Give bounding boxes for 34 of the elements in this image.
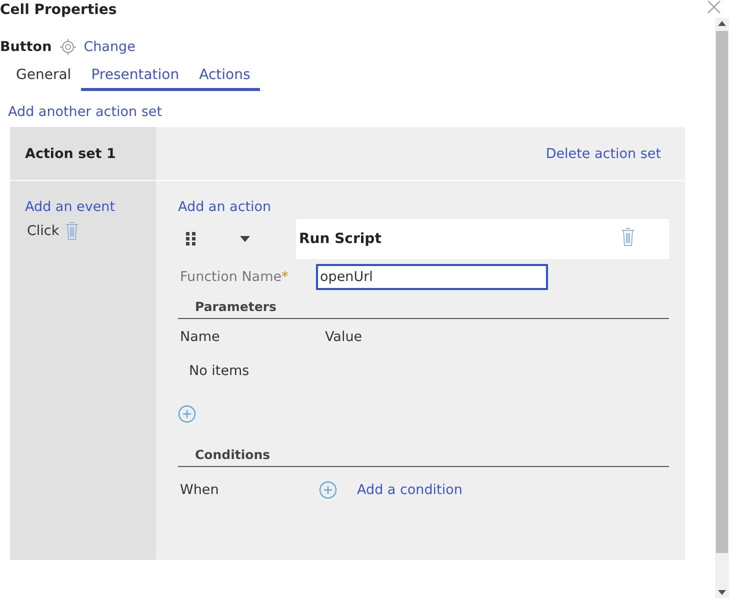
control-type: Button (0, 39, 52, 55)
add-action-set-link[interactable]: Add another action set (8, 101, 162, 123)
tab[interactable]: Presentation (81, 61, 190, 91)
column-header: Value (325, 329, 362, 347)
section-heading: Conditions (195, 447, 270, 462)
dialog-title: Cell Properties (0, 1, 118, 20)
scroll-down-icon[interactable] (718, 590, 726, 595)
action-set-title: Action set 1 (25, 146, 116, 162)
field-label: Function Name* (180, 269, 290, 285)
function-name-field[interactable]: openUrl (316, 264, 548, 290)
section-heading: Parameters (195, 299, 276, 314)
add-condition-link[interactable]: Add a condition (357, 482, 462, 498)
column-header: Name (180, 329, 221, 347)
tab[interactable]: Actions (189, 61, 260, 91)
action-title: Run Script (299, 231, 382, 247)
close-icon[interactable] (707, 0, 721, 14)
delete-icon[interactable] (65, 221, 80, 241)
delete-action-set-link[interactable]: Delete action set (546, 146, 661, 162)
target-icon (60, 39, 76, 55)
empty-message: No items (189, 363, 250, 379)
change-link[interactable]: Change (84, 39, 136, 55)
scrollbar[interactable] (715, 18, 729, 598)
add-action-link[interactable]: Add an action (178, 199, 272, 215)
caret-icon[interactable] (240, 236, 250, 242)
add-icon[interactable] (178, 405, 196, 423)
add-icon[interactable] (319, 481, 337, 499)
add-event-link[interactable]: Add an event (25, 199, 115, 215)
scroll-up-icon[interactable] (718, 21, 726, 26)
drag-handle-icon[interactable] (186, 232, 196, 246)
delete-icon[interactable] (621, 227, 635, 247)
tab[interactable]: General (6, 61, 82, 91)
event-label[interactable]: Click (27, 223, 60, 239)
when-label: When (180, 482, 220, 498)
scrollbar-thumb[interactable] (716, 31, 728, 553)
